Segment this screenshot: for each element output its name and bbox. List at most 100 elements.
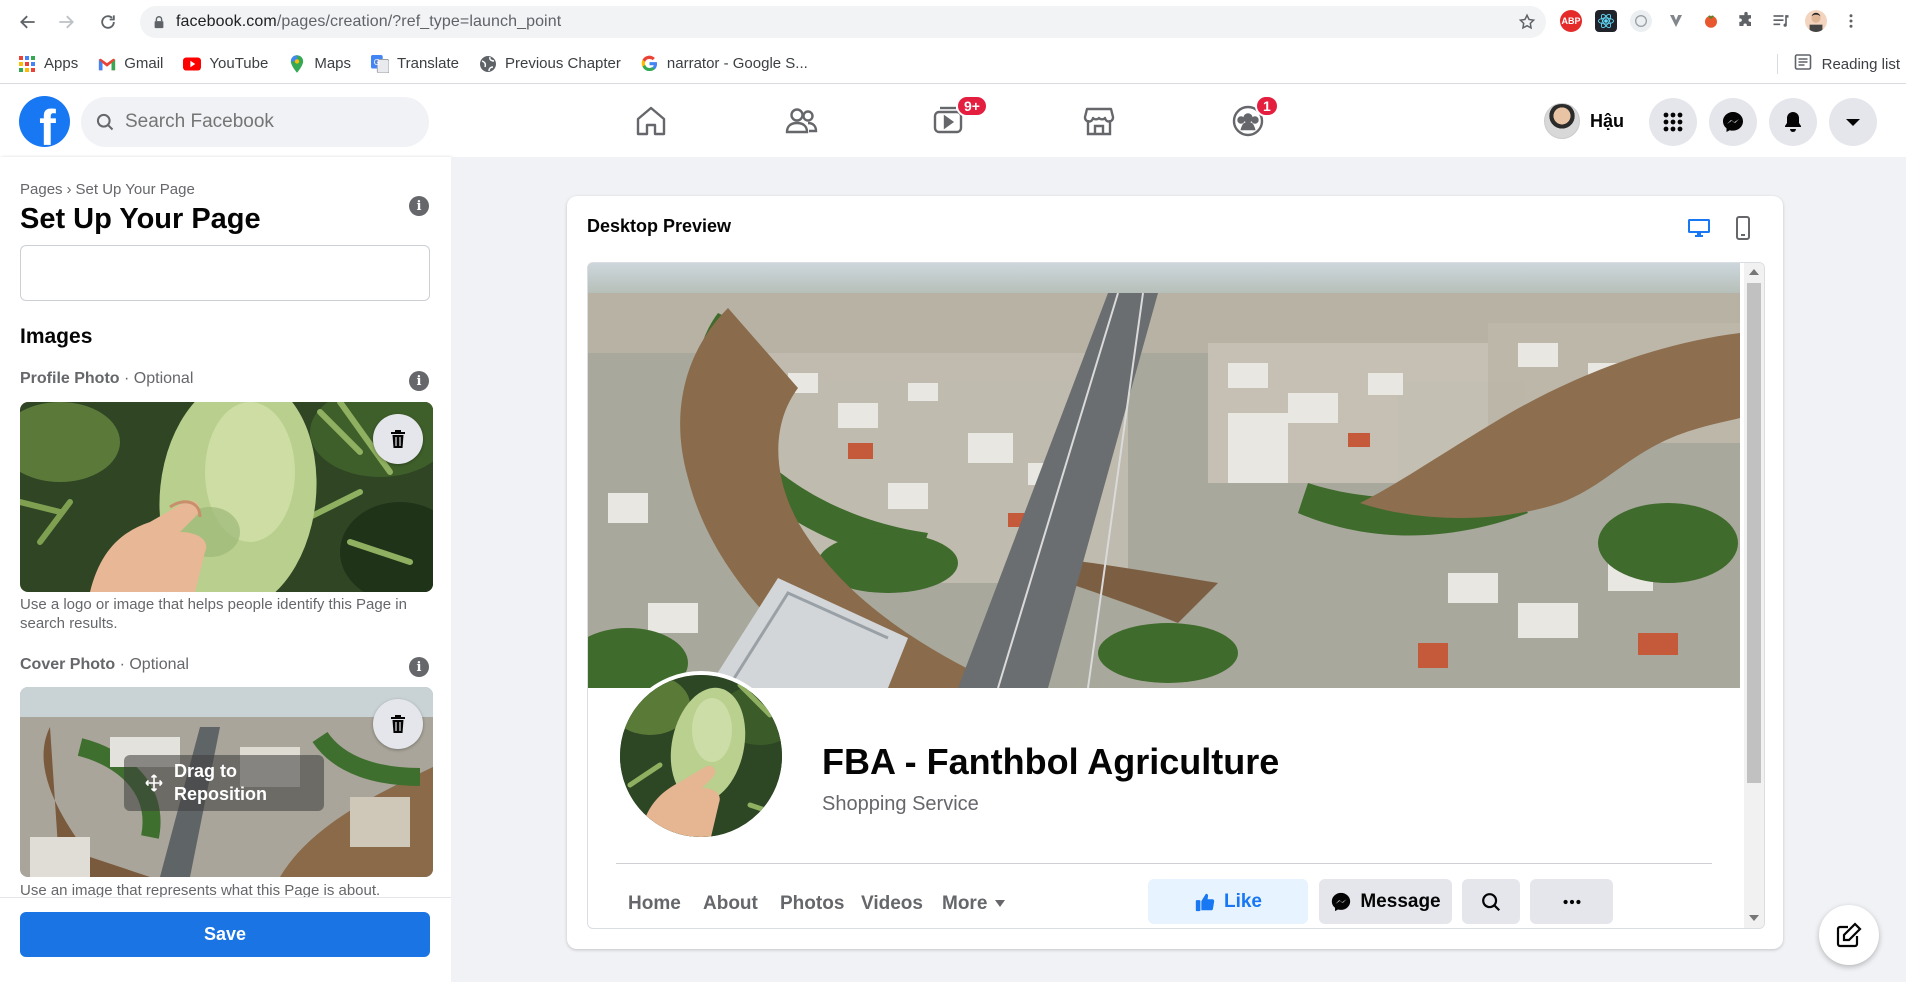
bookmark-label: YouTube <box>209 55 269 72</box>
bookmark-youtube[interactable]: YouTube <box>183 55 268 73</box>
tab-more-label: More <box>942 893 988 914</box>
reading-list-label: Reading list <box>1821 55 1900 73</box>
menu-button[interactable] <box>1649 98 1697 146</box>
url-text: facebook.com/pages/creation/?ref_type=la… <box>176 13 562 30</box>
vector-extension-icon[interactable] <box>1665 10 1687 32</box>
profile-photo-preview[interactable] <box>20 402 433 592</box>
nav-home[interactable] <box>591 85 711 157</box>
forward-icon[interactable] <box>54 10 78 34</box>
breadcrumb: Pages › Set Up Your Page <box>20 181 195 198</box>
facebook-logo-icon[interactable]: f <box>19 96 70 147</box>
reload-icon[interactable] <box>96 10 120 34</box>
page-category: Shopping Service <box>822 793 979 815</box>
search-page-button[interactable] <box>1462 879 1520 924</box>
bookmarks-divider <box>1776 54 1778 74</box>
scroll-down-arrow-icon[interactable] <box>1749 915 1759 921</box>
trash-icon <box>391 715 405 733</box>
delete-cover-photo-button[interactable] <box>373 699 423 749</box>
breadcrumb-separator: › <box>66 181 72 198</box>
mango-profile-image <box>620 675 782 837</box>
preview-title: Desktop Preview <box>587 216 732 236</box>
info-icon[interactable]: i <box>409 657 429 677</box>
profile-avatar-icon[interactable] <box>1805 10 1827 32</box>
bookmark-label: narrator - Google S... <box>666 55 808 72</box>
message-button[interactable]: Message <box>1319 879 1452 924</box>
tab-about[interactable]: About <box>703 893 758 915</box>
profile-divider <box>616 863 1712 864</box>
info-icon[interactable]: i <box>409 371 429 391</box>
address-bar[interactable]: facebook.com/pages/creation/?ref_type=la… <box>140 6 1546 38</box>
profile-shortcut[interactable]: Hậu <box>1544 101 1624 141</box>
watch-notification-badge: 9+ <box>956 95 988 117</box>
nav-watch[interactable]: 9+ <box>888 85 1008 157</box>
messenger-button[interactable] <box>1709 98 1757 146</box>
like-label: Like <box>1223 890 1263 912</box>
page-preview-frame: FBA - Fanthbol Agriculture Shopping Serv… <box>587 262 1765 929</box>
nav-groups[interactable]: 1 <box>1188 85 1308 157</box>
mango-photo <box>20 402 433 592</box>
marketplace-icon <box>1083 107 1115 136</box>
tab-photos[interactable]: Photos <box>780 893 844 915</box>
info-icon[interactable]: i <box>409 196 429 216</box>
bookmark-label: Gmail <box>124 55 164 72</box>
puzzle-icon[interactable] <box>1735 10 1757 32</box>
bookmark-apps[interactable]: Apps <box>18 55 78 73</box>
like-button[interactable]: Like <box>1148 879 1308 924</box>
extensions-bar: ABP <box>1560 10 1862 32</box>
avatar <box>1544 103 1580 139</box>
drag-to-reposition-overlay[interactable]: Drag to Reposition <box>124 755 324 811</box>
desktop-preview-card: Desktop Preview FBA - Fanthbol Agricultu… <box>567 196 1783 949</box>
preview-scrollbar[interactable] <box>1744 263 1764 928</box>
mobile-view-toggle[interactable] <box>1729 214 1757 242</box>
bookmark-gmail[interactable]: Gmail <box>98 55 163 73</box>
more-menu-icon[interactable] <box>1840 10 1862 32</box>
delete-profile-photo-button[interactable] <box>373 414 423 464</box>
notifications-button[interactable] <box>1769 98 1817 146</box>
bookmark-previous-chapter[interactable]: Previous Chapter <box>479 55 621 73</box>
bookmark-narrator[interactable]: narrator - Google S... <box>641 55 808 73</box>
tab-more[interactable]: More <box>942 893 1006 915</box>
mobile-phone-icon <box>1736 216 1750 240</box>
extension-icon[interactable] <box>1630 10 1652 32</box>
media-control-icon[interactable] <box>1770 10 1792 32</box>
bookmark-maps[interactable]: Maps <box>288 54 351 73</box>
breadcrumb-pages-link[interactable]: Pages <box>20 181 63 198</box>
messenger-icon <box>1723 112 1743 132</box>
tab-videos[interactable]: Videos <box>861 893 923 915</box>
search-icon <box>96 113 114 131</box>
nav-marketplace[interactable] <box>1039 85 1159 157</box>
scroll-up-arrow-icon[interactable] <box>1749 269 1759 275</box>
bookmark-star-icon[interactable] <box>1518 13 1536 31</box>
account-button[interactable] <box>1829 98 1877 146</box>
page-setup-panel: Pages › Set Up Your Page Set Up Your Page … <box>0 157 451 982</box>
translate-icon: G <box>371 54 390 73</box>
bookmark-translate[interactable]: G Translate <box>371 54 459 73</box>
chevron-down-icon <box>1846 119 1860 126</box>
facebook-search[interactable] <box>81 97 429 147</box>
search-input[interactable] <box>125 111 405 133</box>
cover-photo-preview[interactable]: Drag to Reposition <box>20 687 433 877</box>
page-details-field[interactable] <box>20 245 430 301</box>
page-name: FBA - Fanthbol Agriculture <box>822 741 1280 782</box>
desktop-view-toggle[interactable] <box>1685 214 1713 242</box>
back-icon[interactable] <box>16 10 40 34</box>
move-arrows-icon <box>145 774 163 792</box>
profile-photo-label: Profile Photo · Optional <box>20 370 194 387</box>
nav-friends[interactable] <box>741 85 861 157</box>
new-message-button[interactable] <box>1819 905 1879 965</box>
tomato-extension-icon[interactable] <box>1700 10 1722 32</box>
ellipsis-icon <box>1562 899 1581 904</box>
page-title: Set Up Your Page <box>20 203 261 235</box>
thumbs-up-icon <box>1195 893 1215 911</box>
lock-icon <box>154 16 164 29</box>
bookmarks-bar: Apps Gmail YouTube Maps G Translate Prev… <box>0 44 1906 84</box>
more-options-button[interactable] <box>1530 879 1613 924</box>
globe-icon <box>479 55 497 73</box>
scrollbar-thumb[interactable] <box>1747 283 1761 783</box>
tab-home[interactable]: Home <box>628 893 681 915</box>
adblock-icon[interactable]: ABP <box>1560 10 1582 32</box>
react-devtools-icon[interactable] <box>1595 10 1617 32</box>
save-button[interactable]: Save <box>20 912 430 957</box>
trash-icon <box>391 430 405 448</box>
reading-list-button[interactable]: Reading list <box>1776 53 1900 75</box>
